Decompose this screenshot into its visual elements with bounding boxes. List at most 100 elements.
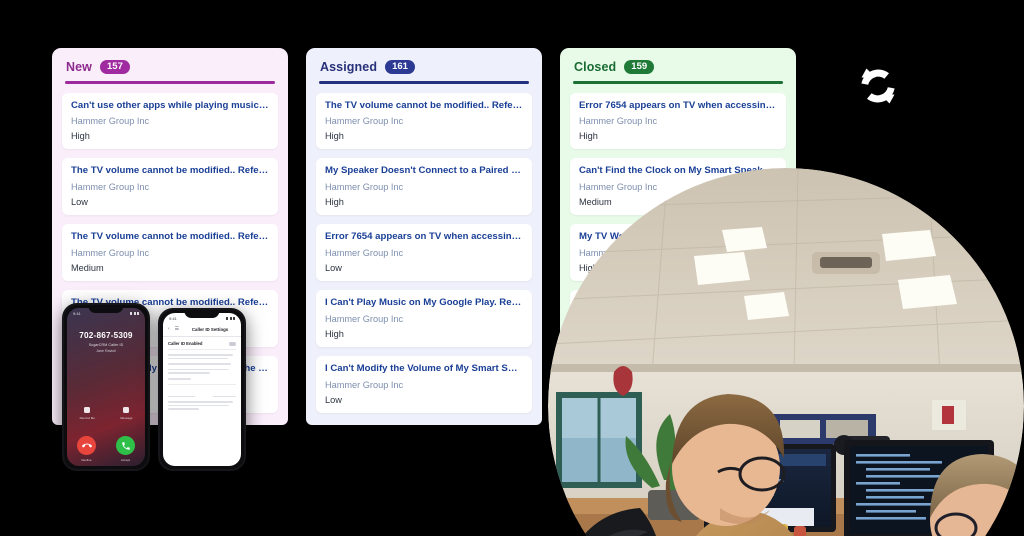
caller-id-enabled-row[interactable]: Caller ID Enabled: [168, 341, 236, 350]
kanban-column-assigned: Assigned 161 The TV volume cannot be modif…: [306, 48, 542, 426]
status-bar-time: 9:41: [169, 316, 177, 321]
ticket-title: Error 7654 appears on TV when accessing …: [579, 99, 777, 111]
ticket-title: My Speaker Doesn't Connect to a Paired D…: [325, 165, 523, 177]
status-bar-indicators: [130, 312, 139, 315]
ticket-title: I Can't Modify the Volume of My Smart Sp…: [325, 363, 523, 375]
ticket-account: Hammer Group Inc: [325, 380, 404, 391]
ticket-card[interactable]: I Can't Play Music on My Google Play. Re…: [316, 290, 532, 348]
status-bar-time: 9:41: [73, 311, 81, 316]
incoming-call-screen: 9:41 702-867-5309 SugarCRM Caller ID Jan…: [67, 308, 145, 466]
decline-label: Decline: [81, 457, 92, 462]
column-title: New: [66, 60, 93, 74]
ticket-account: Hammer Group Inc: [325, 182, 404, 193]
message-icon: [123, 407, 130, 413]
caller-id-enabled-label: Caller ID Enabled: [168, 341, 203, 346]
column-title: Assigned: [320, 60, 378, 74]
decline-phone-icon: [77, 436, 96, 455]
phone-notch: [88, 305, 124, 313]
remind-me-icon: [84, 407, 91, 413]
caller-id-settings-screen: 9:41 ‹ ☰ Caller ID Settings Caller ID En…: [163, 313, 241, 466]
signal-icon: [130, 312, 132, 315]
ticket-account: Hammer Group Inc: [579, 116, 658, 127]
ticket-account: Hammer Group Inc: [71, 182, 150, 193]
phone-notch: [184, 310, 220, 318]
ticket-card[interactable]: The TV volume cannot be modified.. Refer…: [62, 224, 278, 282]
text-line: [168, 401, 233, 403]
decline-call-button[interactable]: Decline: [77, 436, 96, 462]
text-line: [168, 408, 200, 410]
ticket-account: Hammer Group Inc: [325, 248, 404, 259]
column-count-badge: 157: [100, 60, 130, 74]
ticket-title: Error 7654 appears on TV when accessing …: [325, 231, 523, 243]
back-chevron-icon[interactable]: ‹: [168, 327, 170, 332]
accept-call-button[interactable]: Accept: [116, 436, 135, 462]
column-header: Assigned 161: [316, 58, 532, 74]
ticket-title: The TV volume cannot be modified.. Refer…: [71, 231, 269, 243]
ticket-priority: Medium: [71, 263, 104, 274]
signal-icon: [226, 317, 228, 320]
message-option[interactable]: Message: [120, 407, 132, 420]
caller-id-source: SugarCRM Caller ID: [88, 343, 124, 347]
column-header: New 157: [62, 58, 278, 74]
text-line: [168, 404, 230, 407]
wifi-icon: [133, 312, 136, 315]
text-line: [168, 372, 211, 374]
message-label: Message: [120, 415, 133, 420]
ticket-priority: Low: [71, 197, 88, 208]
ticket-priority: Low: [325, 263, 342, 274]
ticket-priority: High: [325, 197, 344, 208]
text-line: [168, 354, 234, 356]
refresh-sync-icon[interactable]: [850, 58, 906, 114]
status-bar-indicators: [226, 317, 235, 320]
caller-number: 702-867-5309: [79, 331, 133, 340]
ticket-priority: High: [579, 131, 598, 142]
settings-title: Caller ID Settings: [191, 327, 229, 332]
ticket-priority: High: [325, 329, 344, 340]
ticket-account: Hammer Group Inc: [71, 116, 150, 127]
section-title-line: [168, 395, 196, 398]
ticket-title: I Can't Play Music on My Google Play. Re…: [325, 297, 523, 309]
section-meta-line: [212, 395, 236, 398]
caller-name: Jane Ravioli: [96, 348, 116, 353]
menu-icon[interactable]: ☰: [175, 327, 179, 332]
ticket-account: Hammer Group Inc: [325, 314, 404, 325]
ticket-priority: High: [325, 131, 344, 142]
accept-label: Accept: [120, 457, 131, 462]
ticket-priority: High: [71, 131, 90, 142]
column-accent-rule: [319, 81, 529, 84]
screenshot-canvas: New 157 Can't use other apps while playing…: [0, 0, 1024, 536]
ticket-title: The TV volume cannot be modified.. Refer…: [71, 165, 269, 177]
ticket-card[interactable]: Can't use other apps while playing music…: [62, 92, 278, 150]
text-line: [168, 363, 231, 365]
column-title: Closed: [574, 60, 617, 74]
phone-mockup-incoming-call: 9:41 702-867-5309 SugarCRM Caller ID Jan…: [62, 303, 150, 471]
settings-paragraph: [168, 363, 236, 365]
column-header: Closed 159: [570, 58, 786, 74]
ticket-card[interactable]: Error 7654 appears on TV when accessing …: [570, 92, 786, 150]
remind-me-label: Remind Me: [79, 415, 95, 420]
settings-navbar: ‹ ☰ Caller ID Settings: [163, 324, 241, 337]
ticket-card[interactable]: I Can't Modify the Volume of My Smart Sp…: [316, 356, 532, 414]
column-accent-rule: [573, 81, 783, 84]
ticket-card[interactable]: The TV volume cannot be modified.. Refer…: [62, 158, 278, 216]
wifi-icon: [229, 317, 232, 320]
ticket-title: Can't use other apps while playing music…: [71, 99, 269, 111]
column-count-badge: 161: [385, 60, 415, 74]
remind-me-option[interactable]: Remind Me: [80, 407, 95, 420]
call-options: Remind Me Message: [67, 407, 145, 420]
caller-id-toggle[interactable]: [229, 341, 236, 346]
column-count-badge: 159: [624, 60, 655, 74]
settings-paragraph: [168, 401, 236, 410]
call-actions: Decline Accept: [67, 436, 145, 462]
ticket-card[interactable]: Error 7654 appears on TV when accessing …: [316, 224, 532, 282]
ticket-card[interactable]: The TV volume cannot be modified.. Refer…: [316, 92, 532, 150]
ticket-card[interactable]: My Speaker Doesn't Connect to a Paired D…: [316, 158, 532, 216]
settings-section: [168, 383, 236, 410]
text-line: [168, 357, 228, 360]
battery-icon: [137, 312, 139, 315]
settings-section-header: [168, 395, 236, 398]
battery-icon: [233, 317, 235, 320]
text-line: [168, 377, 192, 380]
settings-paragraph: [168, 354, 236, 360]
column-accent-rule: [65, 81, 275, 84]
